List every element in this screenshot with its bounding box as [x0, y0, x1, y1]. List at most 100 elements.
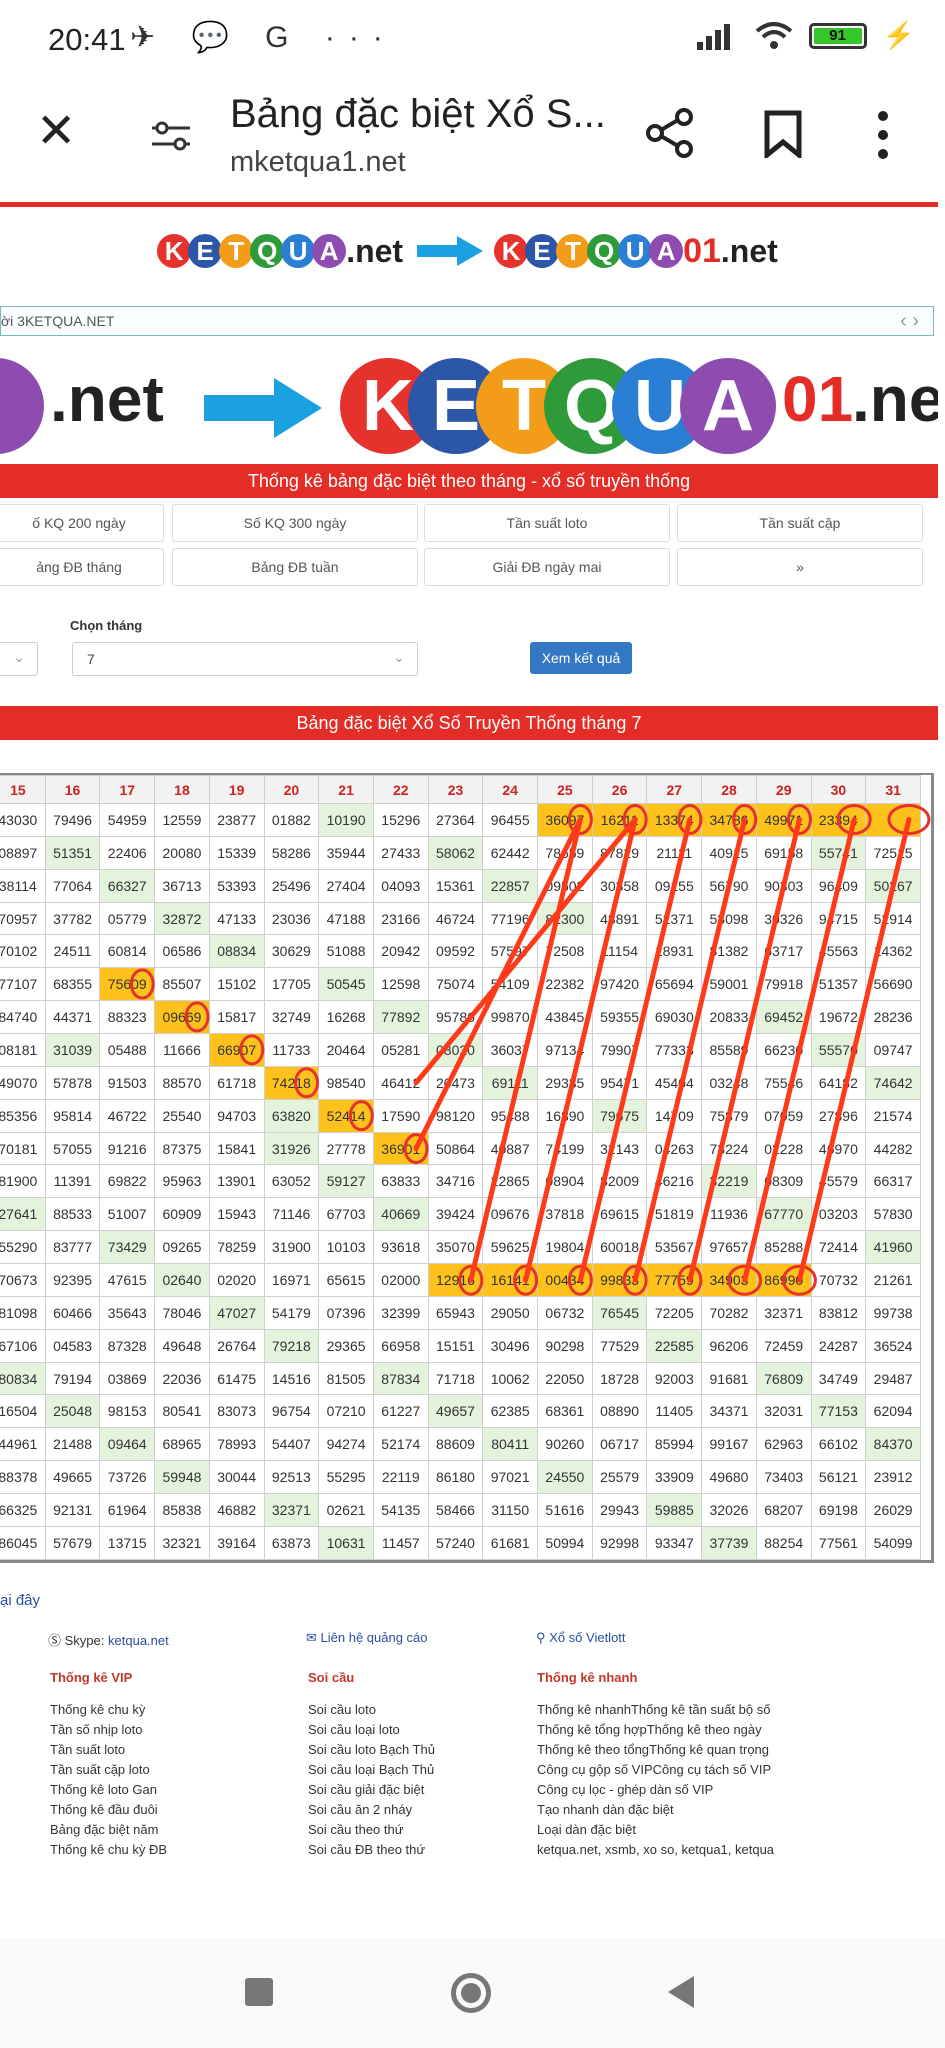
table-cell: 53393 [208, 868, 265, 903]
table-cell: 60909 [154, 1197, 210, 1232]
page-url[interactable]: mketqua1.net [230, 146, 406, 179]
footer-link[interactable]: Tần số nhịp loto [50, 1720, 167, 1740]
table-cell: 01882 [263, 803, 320, 837]
table-cell: 78993 [208, 1427, 265, 1462]
table-cell: 85288 [755, 1230, 812, 1265]
table-row: 49070 57878 91503 88570 61718 74218 98540 46412… [0, 1065, 921, 1100]
table-cell: 72508 [537, 934, 593, 969]
table-cell: 81900 [0, 1164, 46, 1199]
table-cell: 35643 [99, 1295, 156, 1330]
footer-link[interactable]: Công cụ gộp số VIPCông cụ tách số VIP [537, 1760, 774, 1780]
table-cell: 60466 [44, 1295, 101, 1330]
day-header: 23 [427, 775, 484, 804]
table-cell: 69030 [646, 1000, 703, 1035]
btn-bang-db-tuan[interactable]: Bảng ĐB tuần [172, 548, 418, 586]
vietlott-label: Xổ số Vietlott [549, 1630, 626, 1645]
footer-link[interactable]: Soi cầu loại loto [308, 1720, 435, 1740]
table-cell: 15296 [372, 803, 429, 837]
table-row: 77107 68355 75609 85507 15102 17705 50545 12598… [0, 967, 921, 1002]
year-select[interactable]: ⌄ [0, 642, 38, 676]
btn-tan-suat-loto[interactable]: Tần suất loto [424, 504, 670, 542]
footer-link[interactable]: Soi cầu theo thứ [308, 1820, 435, 1840]
table-cell: 68361 [537, 1394, 593, 1429]
vietlott-link[interactable]: ⚲ Xổ số Vietlott [536, 1630, 626, 1646]
footer-link[interactable]: Thống kê tổng hợpThống kê theo ngày [537, 1720, 774, 1740]
table-cell: 52371 [646, 901, 703, 936]
logo-digits-large: 01 [782, 363, 854, 435]
table-cell: 85356 [0, 1098, 46, 1133]
btn-bang-db-thang[interactable]: ảng ĐB tháng [0, 548, 164, 586]
table-cell: 56690 [865, 967, 921, 1002]
ads-contact-label: Liên hệ quảng cáo [320, 1630, 428, 1645]
footer-link[interactable]: Công cụ lọc - ghép dàn số VIP [537, 1780, 774, 1800]
view-results-button[interactable]: Xem kết quả [530, 642, 632, 674]
table-cell: 32399 [372, 1295, 429, 1330]
footer-link[interactable]: Soi cầu giải đặc biệt [308, 1780, 435, 1800]
home-icon[interactable] [451, 1973, 491, 2013]
more-options-icon[interactable] [876, 110, 890, 160]
bookmark-icon[interactable] [764, 110, 802, 158]
btn-tan-suat-cap[interactable]: Tần suất cặp [677, 504, 923, 542]
table-cell: 90298 [537, 1328, 593, 1363]
skype-value: ketqua.net [108, 1633, 169, 1648]
back-icon[interactable] [668, 1976, 694, 2008]
footer-link[interactable]: Tần suất cặp loto [50, 1760, 167, 1780]
share-icon[interactable] [646, 108, 694, 158]
close-icon[interactable]: ✕ [36, 108, 76, 156]
footer-link[interactable]: Thống kê theo tổngThống kê quan trọng [537, 1740, 774, 1760]
table-cell: 69452 [755, 1000, 812, 1035]
table-cell: 72414 [810, 1230, 867, 1265]
table-cell: 24511 [44, 934, 101, 969]
footer-link[interactable]: Soi cầu loto [308, 1700, 435, 1720]
btn-kq-300[interactable]: Số KQ 300 ngày [172, 504, 418, 542]
footer-link[interactable]: Bảng đặc biệt năm [50, 1820, 167, 1840]
chevron-nav-icon[interactable]: ‹ › [900, 310, 919, 333]
footer-link[interactable]: Tần suất loto [50, 1740, 167, 1760]
footer-link[interactable]: Soi cầu ĐB theo thứ [308, 1840, 435, 1860]
table-cell: 30629 [263, 934, 320, 969]
table-cell: 17705 [263, 967, 320, 1002]
table-cell: 70181 [0, 1131, 46, 1166]
table-cell: 13901 [208, 1164, 265, 1199]
footer-link[interactable]: ketqua.net, xsmb, xo so, ketqua1, ketqua [537, 1840, 774, 1860]
arrow-right-icon [204, 378, 322, 438]
day-header: 15 [0, 775, 46, 804]
month-select-value: 7 [87, 651, 95, 667]
footer-link[interactable]: Loại dàn đặc biệt [537, 1820, 774, 1840]
expand-more-icon[interactable]: » [677, 548, 923, 586]
footer-link[interactable]: Thống kê loto Gan [50, 1780, 167, 1800]
table-cell: 46412 [372, 1065, 429, 1100]
table-cell: 10103 [318, 1230, 374, 1265]
table-row: 08181 31039 05488 11666 66907 11733 20464 05281… [0, 1033, 921, 1067]
footer-link[interactable]: Tạo nhanh dàn đặc biệt [537, 1800, 774, 1820]
table-cell: 57679 [44, 1525, 101, 1561]
footer-link[interactable]: Soi cầu ăn 2 nháy [308, 1800, 435, 1820]
skype-contact[interactable]: Ⓢ Skype: ketqua.net [48, 1630, 169, 1649]
footer-link[interactable]: Soi cầu loại Bạch Thủ [308, 1760, 435, 1780]
recents-icon[interactable] [245, 1978, 273, 2006]
footer-link[interactable]: Thống kê nhanhThống kê tần suất bộ số [537, 1700, 774, 1720]
table-cell: 52414 [318, 1098, 374, 1133]
table-cell: 67770 [755, 1197, 812, 1232]
table-cell: 57878 [44, 1065, 101, 1100]
table-cell: 51819 [646, 1197, 703, 1232]
month-select[interactable]: 7 ⌄ [72, 642, 418, 676]
ads-contact[interactable]: ✉ Liên hệ quảng cáo [306, 1630, 428, 1646]
table-cell: 54179 [263, 1295, 320, 1330]
footer-link[interactable]: Soi cầu loto Bạch Thủ [308, 1740, 435, 1760]
table-cell: 15151 [427, 1328, 484, 1363]
redirect-notice-bar[interactable]: ời 3KETQUA.NET ‹ › [0, 306, 934, 336]
day-header: 16 [44, 775, 101, 804]
table-cell: 93618 [372, 1230, 429, 1265]
btn-kq-200[interactable]: ố KQ 200 ngày [0, 504, 164, 542]
site-settings-icon[interactable] [150, 116, 192, 156]
btn-giai-db-ngay-mai[interactable]: Giải ĐB ngày mai [424, 548, 670, 586]
table-cell: 26029 [865, 1493, 921, 1527]
logo-ball: A [680, 358, 776, 454]
footer-link[interactable]: Thống kê chu kỳ ĐB [50, 1840, 167, 1860]
table-cell: 96754 [263, 1394, 320, 1429]
footer-link[interactable]: Thống kê chu kỳ [50, 1700, 167, 1720]
link-here[interactable]: ại đây [0, 1592, 40, 1609]
table-cell: 36713 [154, 868, 210, 903]
footer-link[interactable]: Thống kê đầu đuôi [50, 1800, 167, 1820]
